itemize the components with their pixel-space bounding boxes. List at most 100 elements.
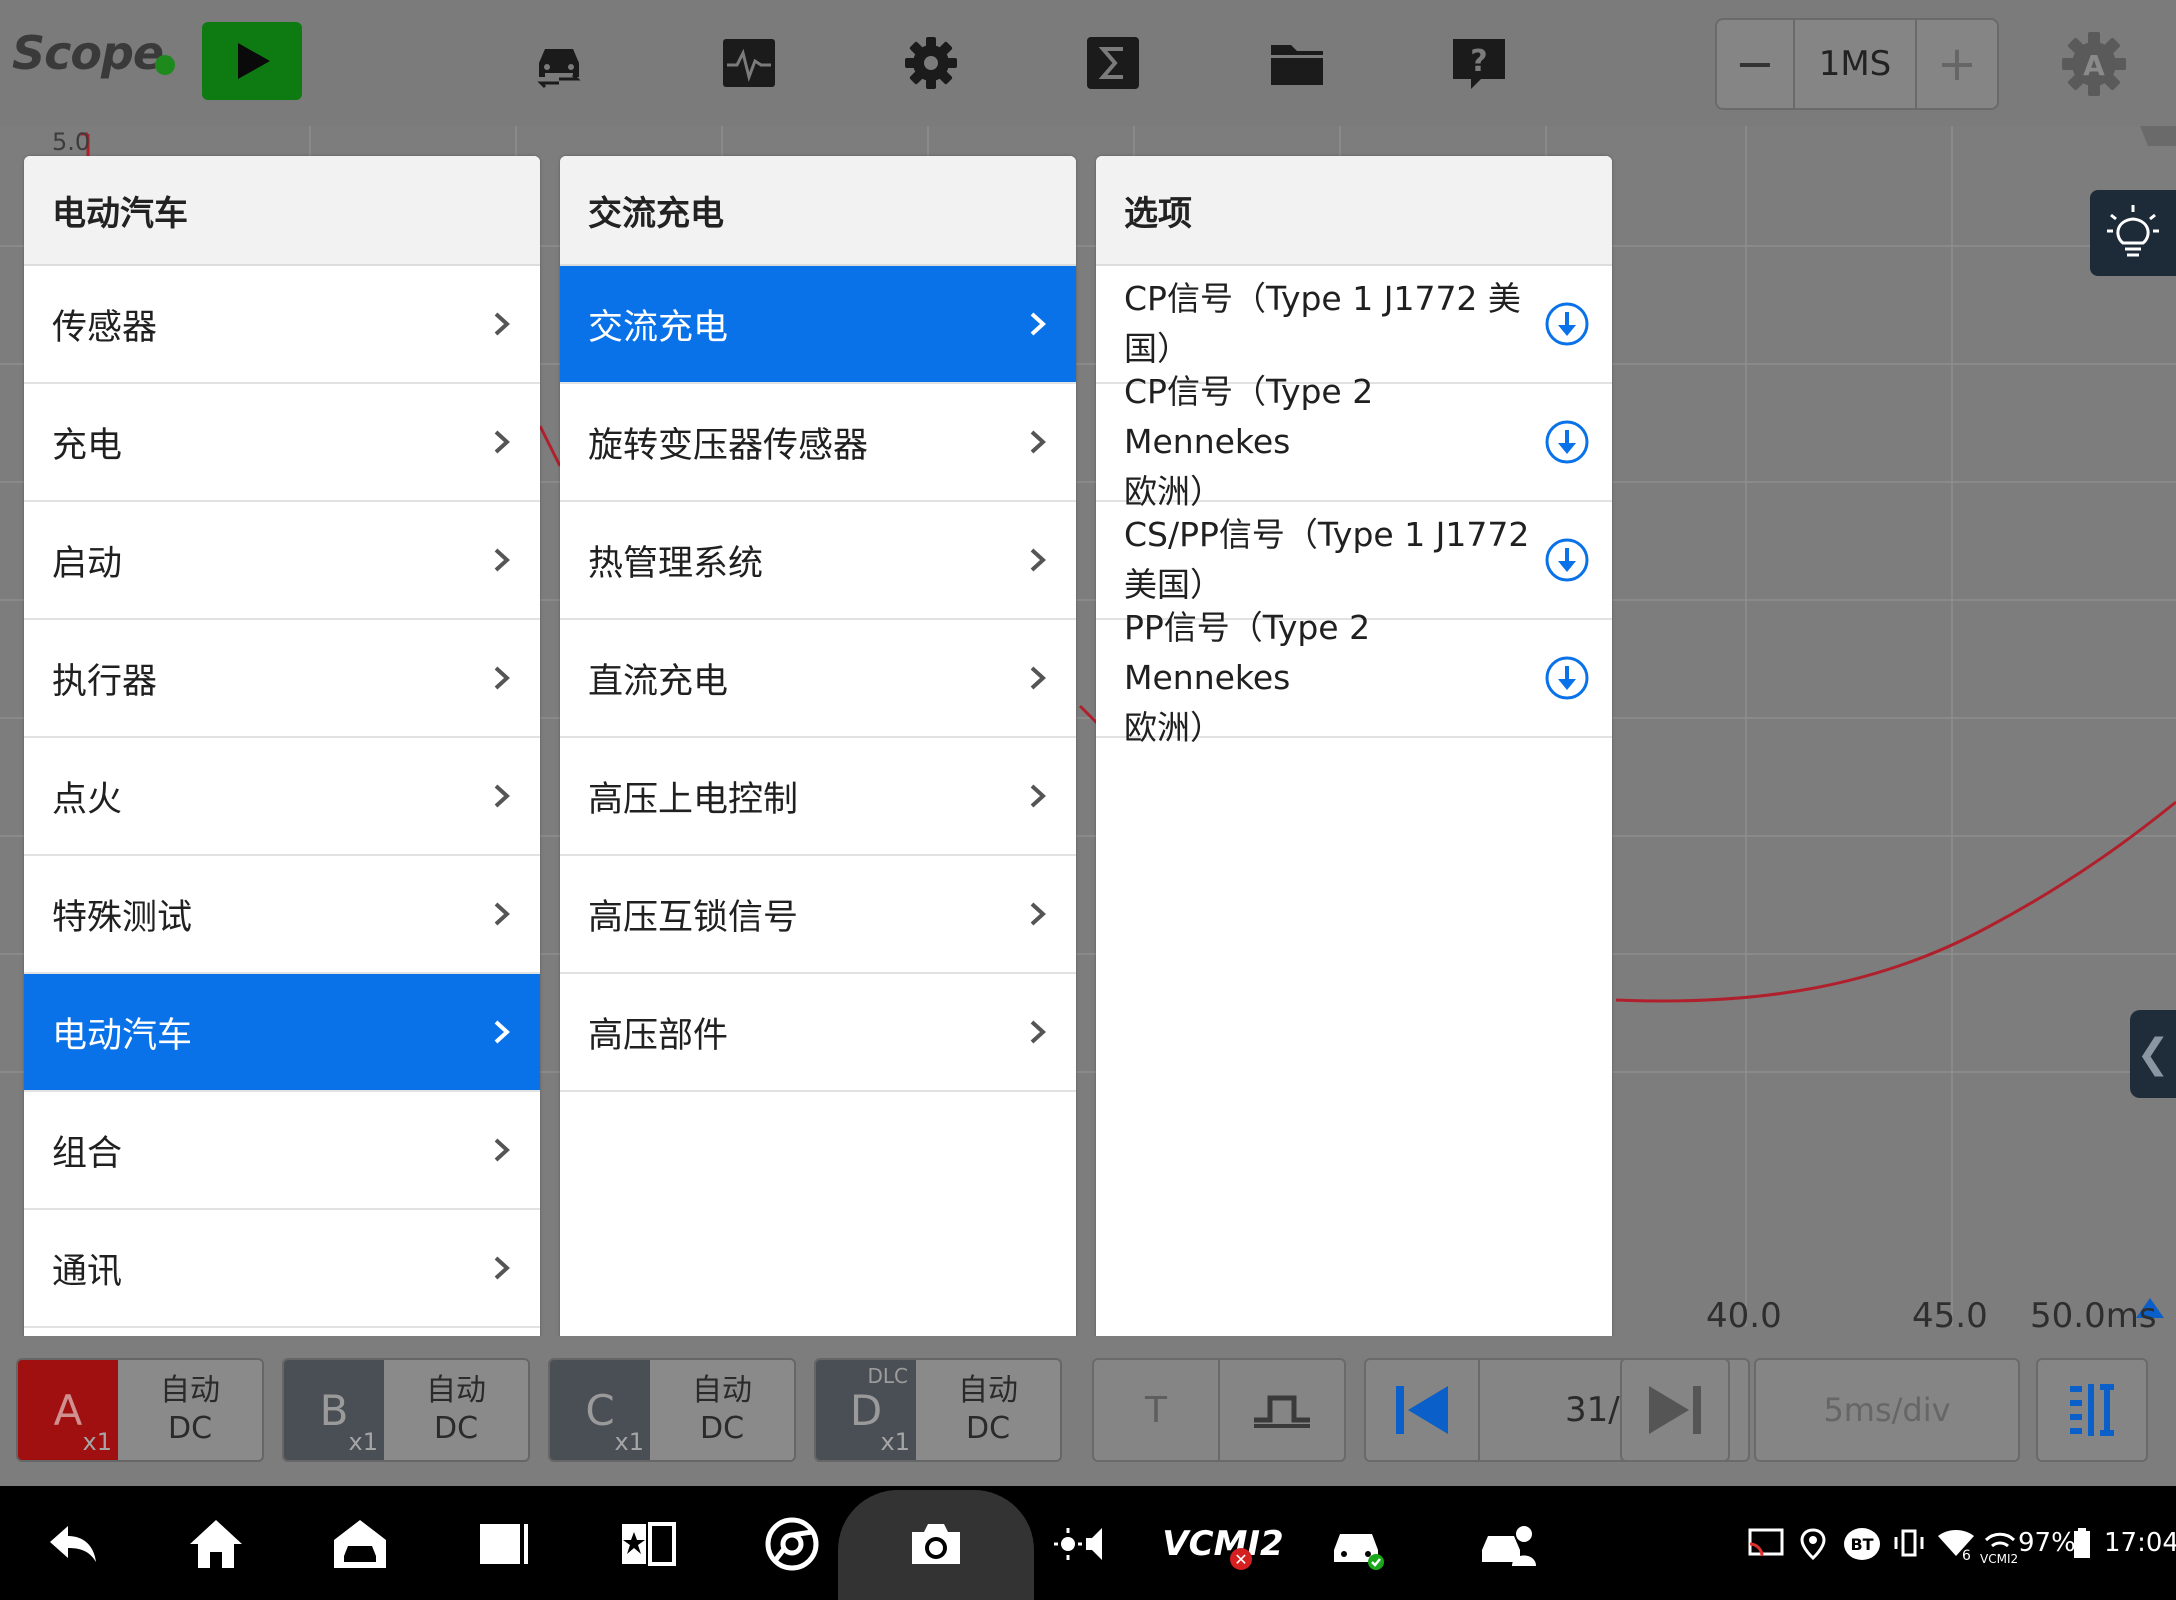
menu-item-label: 高压部件 <box>588 1015 729 1056</box>
help-button[interactable]: ? <box>1444 30 1514 96</box>
auto-setup-button[interactable]: A <box>2058 28 2130 100</box>
menu-item[interactable]: 高压上电控制 <box>560 738 1076 856</box>
menu-item[interactable]: 电动汽车 <box>24 974 540 1092</box>
menu-item[interactable]: 组合 <box>24 1092 540 1210</box>
lightbulb-icon <box>2107 205 2159 257</box>
star-window-icon <box>622 1522 676 1566</box>
chevron-right-icon <box>494 312 510 336</box>
menu-column-subcategory: 交流充电 交流充电 旋转变压器传感器 热管理系统 直流充电 高压上电控制 高压互锁信号 高压… <box>560 156 1076 1344</box>
screenshot-button[interactable] <box>906 1514 966 1574</box>
channel-multiplier: x1 <box>348 1428 378 1456</box>
column-header: 选项 <box>1096 156 1612 266</box>
vehicle-connection-button[interactable] <box>1328 1514 1388 1574</box>
side-panel-toggle[interactable]: ❮ <box>2130 1010 2176 1098</box>
waveform-button[interactable] <box>714 30 784 96</box>
car-technician-icon <box>1482 1526 1536 1566</box>
menu-item[interactable]: 旋转变压器传感器 <box>560 384 1076 502</box>
channel-coupling-label: DC <box>167 1411 213 1446</box>
back-button[interactable] <box>42 1514 102 1574</box>
menu-item[interactable]: 直流充电 <box>560 620 1076 738</box>
recent-apps-button[interactable] <box>474 1514 534 1574</box>
vehicle-swap-button[interactable] <box>524 30 594 96</box>
download-icon[interactable] <box>1544 537 1590 583</box>
timebase-display[interactable]: 5ms/div <box>1754 1358 2020 1462</box>
help-icon: ? <box>1453 39 1505 89</box>
brightness-volume-button[interactable] <box>1050 1514 1110 1574</box>
menu-item[interactable]: 传感器 <box>24 266 540 384</box>
home-button[interactable] <box>186 1514 246 1574</box>
menu-item[interactable]: 通讯 <box>24 1210 540 1328</box>
settings-button[interactable] <box>896 30 966 96</box>
signal-digit: 6 <box>1962 1548 1971 1564</box>
zoom-out-button[interactable]: − <box>1717 20 1795 108</box>
menu-item[interactable]: 点火 <box>24 738 540 856</box>
download-icon[interactable] <box>1544 301 1590 347</box>
menu-item-label: 点火 <box>52 779 123 820</box>
skip-last-icon <box>1649 1386 1701 1434</box>
vcmi-wifi-label: VCMI2 <box>1980 1552 2019 1566</box>
channel-multiplier: x1 <box>82 1428 112 1456</box>
status-dot-icon <box>155 55 176 75</box>
waveform-icon <box>723 39 775 87</box>
vehicle-home-button[interactable] <box>330 1514 390 1574</box>
folder-button[interactable] <box>1262 30 1332 96</box>
channel-letter: Ax1 <box>18 1360 118 1460</box>
download-icon[interactable] <box>1544 655 1590 701</box>
channel-letter-text: B <box>319 1385 349 1435</box>
channel-a-button[interactable]: Ax1 自动 DC <box>16 1358 264 1462</box>
home-icon <box>190 1520 242 1568</box>
channel-d-button[interactable]: Dx1 DLC 自动 DC <box>814 1358 1062 1462</box>
chevron-right-icon <box>494 666 510 690</box>
first-frame-button[interactable] <box>1366 1360 1480 1460</box>
trigger-button[interactable]: T <box>1094 1360 1220 1460</box>
option-item[interactable]: CP信号（Type 2 Mennekes 欧洲） <box>1096 372 1612 511</box>
menu-item-label: 执行器 <box>52 661 158 702</box>
favorites-button[interactable] <box>618 1514 678 1574</box>
cursor-tool-button[interactable] <box>2036 1358 2148 1462</box>
option-label: PP信号（Type 2 Mennekes 欧洲） <box>1124 603 1544 753</box>
cast-icon <box>1748 1528 1784 1565</box>
recent-apps-icon <box>480 1524 528 1564</box>
light-toggle-button[interactable] <box>2090 190 2176 276</box>
channel-letter: Bx1 <box>284 1360 384 1460</box>
pulse-edge-icon <box>1254 1395 1310 1428</box>
menu-item[interactable]: 高压互锁信号 <box>560 856 1076 974</box>
menu-item[interactable]: 热管理系统 <box>560 502 1076 620</box>
menu-item[interactable]: 执行器 <box>24 620 540 738</box>
remote-expert-button[interactable] <box>1478 1514 1538 1574</box>
browser-button[interactable] <box>762 1514 822 1574</box>
chevron-right-icon <box>494 548 510 572</box>
menu-item[interactable]: 充电 <box>24 384 540 502</box>
zoom-in-button[interactable]: + <box>1917 20 1997 108</box>
download-icon[interactable] <box>1544 419 1590 465</box>
channel-b-button[interactable]: Bx1 自动 DC <box>282 1358 530 1462</box>
menu-item[interactable]: 启动 <box>24 502 540 620</box>
menu-item[interactable]: 交流充电 <box>560 266 1076 384</box>
menu-item-label: 启动 <box>52 543 123 584</box>
channel-c-button[interactable]: Cx1 自动 DC <box>548 1358 796 1462</box>
chevron-right-icon <box>1030 666 1046 690</box>
menu-item[interactable]: 特殊测试 <box>24 856 540 974</box>
measurement-button[interactable] <box>1078 30 1148 96</box>
brightness-volume-icon <box>1054 1528 1102 1560</box>
vcmi-label: VCMI2 <box>1162 1524 1284 1564</box>
menu-item[interactable]: 高压部件 <box>560 974 1076 1092</box>
options-list: CP信号（Type 1 J1772 美国） CP信号（Type 2 Menneke… <box>1096 266 1612 747</box>
chevron-right-icon <box>1030 902 1046 926</box>
menu-item-label: 传感器 <box>52 307 158 348</box>
option-item[interactable]: PP信号（Type 2 Mennekes 欧洲） <box>1096 608 1612 747</box>
chevron-right-icon <box>1030 1020 1046 1044</box>
channel-coupling: 自动 DC <box>118 1360 262 1460</box>
battery-percent: 97% <box>2018 1528 2076 1558</box>
bluetooth-status-icon: BT <box>1844 1528 1880 1560</box>
run-button[interactable] <box>202 22 302 100</box>
vcmi-status[interactable]: VCMI2 ✕ <box>1162 1514 1284 1574</box>
menu-column-options: 选项 CP信号（Type 1 J1772 美国） CP信号（Type 2 Menn… <box>1096 156 1612 1344</box>
trigger-edge-button[interactable] <box>1220 1360 1344 1460</box>
last-frame-button[interactable] <box>1620 1358 1730 1462</box>
x-tick-label: 40.0 <box>1706 1296 1782 1336</box>
x-tick-label: 50.0ms <box>2030 1296 2157 1336</box>
app-title: Scope <box>12 26 176 80</box>
battery-icon <box>2074 1528 2090 1565</box>
channel-coupling-label: DC <box>699 1411 745 1446</box>
